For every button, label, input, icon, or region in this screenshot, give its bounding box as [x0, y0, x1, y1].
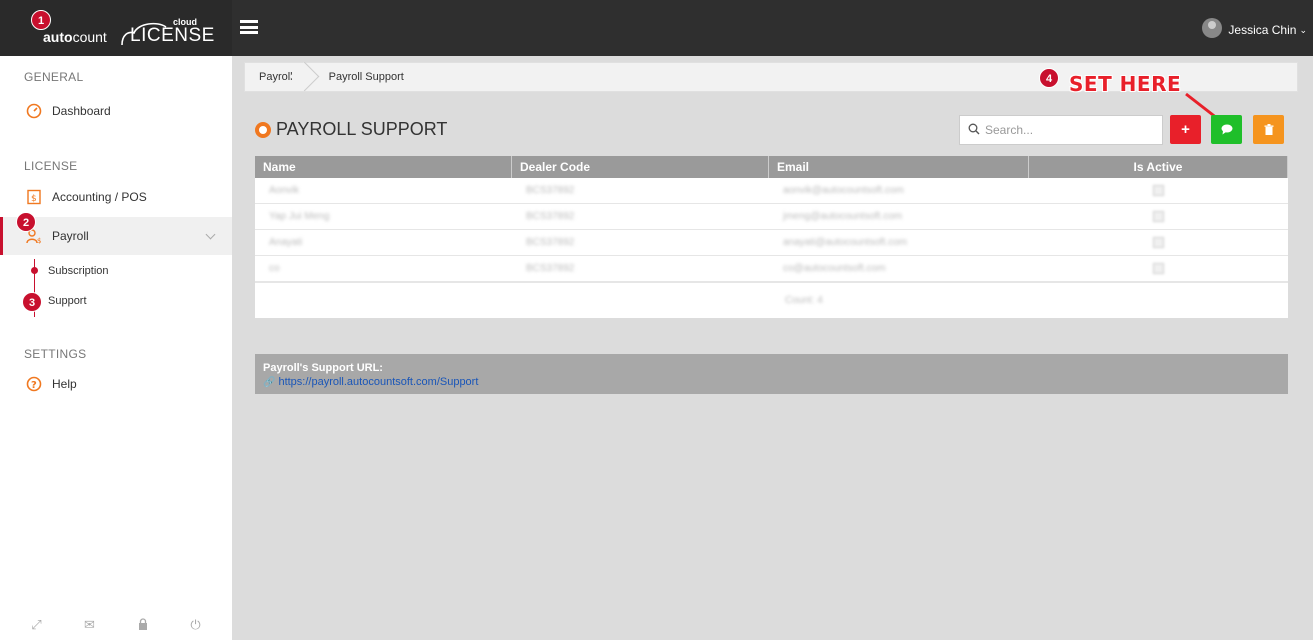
table-row[interactable]: Anayati BCS37892 anayati@autocountsoft.c… — [255, 230, 1288, 256]
top-bar: autocount cloud LICENSE Jessica Chin ⌄ — [0, 0, 1313, 56]
logo-autocount: autocount — [43, 29, 107, 45]
menu-toggle-icon[interactable] — [240, 20, 258, 34]
sidebar-subitem-subscription[interactable]: Subscription — [48, 265, 109, 277]
cell-email: anayati@autocountsoft.com — [783, 237, 908, 248]
cell-email: co@autocountsoft.com — [783, 263, 886, 274]
cell-is-active — [1029, 178, 1288, 203]
expand-icon[interactable]: ⤢ — [29, 617, 45, 633]
annotation-text: SET HERE — [1069, 72, 1182, 96]
support-url-panel: Payroll's Support URL: 🔗 https://payroll… — [255, 354, 1288, 394]
sidebar-subitem-support[interactable]: Support — [48, 295, 87, 307]
sidebar: GENERAL Dashboard LICENSE $ Accounting /… — [0, 56, 232, 640]
delete-button[interactable] — [1253, 115, 1284, 144]
power-icon[interactable]: ⏻ — [188, 617, 204, 633]
cell-dealer-code: BCS37892 — [526, 211, 575, 222]
step-marker-1: 1 — [31, 10, 51, 30]
cell-name: Yap Jui Meng — [269, 211, 330, 222]
trash-icon — [1264, 124, 1273, 135]
active-checkbox[interactable] — [1153, 211, 1164, 222]
page-title: PAYROLL SUPPORT — [255, 119, 447, 140]
submenu-dot — [31, 267, 38, 274]
sidebar-item-accounting-pos[interactable]: $ Accounting / POS — [0, 178, 232, 216]
cell-name: Anayati — [269, 237, 303, 248]
sidebar-item-label: Dashboard — [52, 104, 111, 118]
cell-email: jmeng@autocountsoft.com — [783, 211, 903, 222]
sidebar-item-help[interactable]: ? Help — [0, 365, 232, 403]
cell-dealer-code: BCS37892 — [526, 185, 575, 196]
cell-is-active — [1029, 204, 1288, 229]
column-header-name[interactable]: Name — [255, 156, 512, 178]
support-chat-button[interactable] — [1211, 115, 1242, 144]
chat-bubble-icon — [1221, 124, 1232, 135]
breadcrumb-item-payroll[interactable]: Payroll — [245, 62, 307, 92]
cell-dealer-code: BCS37892 — [526, 263, 575, 274]
search-box[interactable] — [959, 115, 1163, 145]
support-url-row: 🔗 https://payroll.autocountsoft.com/Supp… — [263, 376, 1280, 388]
user-menu[interactable]: Jessica Chin ⌄ — [1202, 18, 1307, 38]
support-table: Name Dealer Code Email Is Active Aonvik … — [255, 156, 1288, 318]
sidebar-item-label: Accounting / POS — [52, 190, 147, 204]
mail-icon[interactable]: ✉ — [82, 617, 98, 633]
active-checkbox[interactable] — [1153, 263, 1164, 274]
table-footer: Count: 4 — [255, 282, 1288, 318]
step-marker-2: 2 — [16, 212, 36, 232]
svg-text:?: ? — [31, 380, 37, 391]
search-icon — [968, 123, 980, 138]
row-count: Count: 4 — [785, 295, 823, 306]
page-title-text: PAYROLL SUPPORT — [276, 119, 448, 139]
active-checkbox[interactable] — [1153, 185, 1164, 196]
section-title-license: LICENSE — [24, 159, 78, 173]
svg-text:$: $ — [37, 237, 41, 244]
cell-email: aonvik@autocountsoft.com — [783, 185, 904, 196]
svg-text:$: $ — [31, 194, 37, 204]
column-header-dealer-code[interactable]: Dealer Code — [512, 156, 769, 178]
sidebar-item-label: Payroll — [52, 229, 89, 243]
cell-is-active — [1029, 256, 1288, 281]
cell-dealer-code: BCS37892 — [526, 237, 575, 248]
cell-name: co — [269, 263, 280, 274]
table-row[interactable]: Aonvik BCS37892 aonvik@autocountsoft.com — [255, 178, 1288, 204]
step-marker-4: 4 — [1039, 68, 1059, 88]
breadcrumb-item-current: Payroll Support — [328, 71, 404, 83]
chevron-down-icon: ⌄ — [1299, 24, 1307, 35]
sidebar-item-dashboard[interactable]: Dashboard — [0, 92, 232, 130]
logo-license-text: LICENSE — [130, 25, 215, 46]
section-title-general: GENERAL — [24, 70, 84, 84]
sidebar-item-label: Help — [52, 377, 77, 391]
speedometer-icon — [26, 103, 42, 119]
avatar — [1202, 18, 1223, 38]
chevron-down-icon — [205, 229, 216, 240]
table-header: Name Dealer Code Email Is Active — [255, 156, 1288, 178]
user-name: Jessica Chin — [1228, 23, 1297, 37]
support-url-title: Payroll's Support URL: — [263, 362, 383, 374]
table-row[interactable]: co BCS37892 co@autocountsoft.com — [255, 256, 1288, 282]
add-button[interactable]: + — [1170, 115, 1201, 144]
link-icon: 🔗 — [263, 376, 276, 388]
section-title-settings: SETTINGS — [24, 347, 87, 361]
cell-name: Aonvik — [269, 185, 300, 196]
table-row[interactable]: Yap Jui Meng BCS37892 jmeng@autocountsof… — [255, 204, 1288, 230]
lock-icon[interactable] — [135, 617, 151, 633]
lifebuoy-icon — [255, 121, 271, 138]
question-circle-icon: ? — [26, 376, 42, 392]
cell-is-active — [1029, 230, 1288, 255]
support-url-link[interactable]: https://payroll.autocountsoft.com/Suppor… — [278, 376, 478, 388]
step-marker-3: 3 — [22, 292, 42, 312]
column-header-email[interactable]: Email — [769, 156, 1029, 178]
search-input[interactable] — [985, 123, 1145, 137]
column-header-is-active[interactable]: Is Active — [1029, 156, 1288, 178]
active-checkbox[interactable] — [1153, 237, 1164, 248]
sidebar-footer: ⤢ ✉ ⏻ — [0, 610, 232, 640]
dollar-doc-icon: $ — [26, 189, 42, 205]
